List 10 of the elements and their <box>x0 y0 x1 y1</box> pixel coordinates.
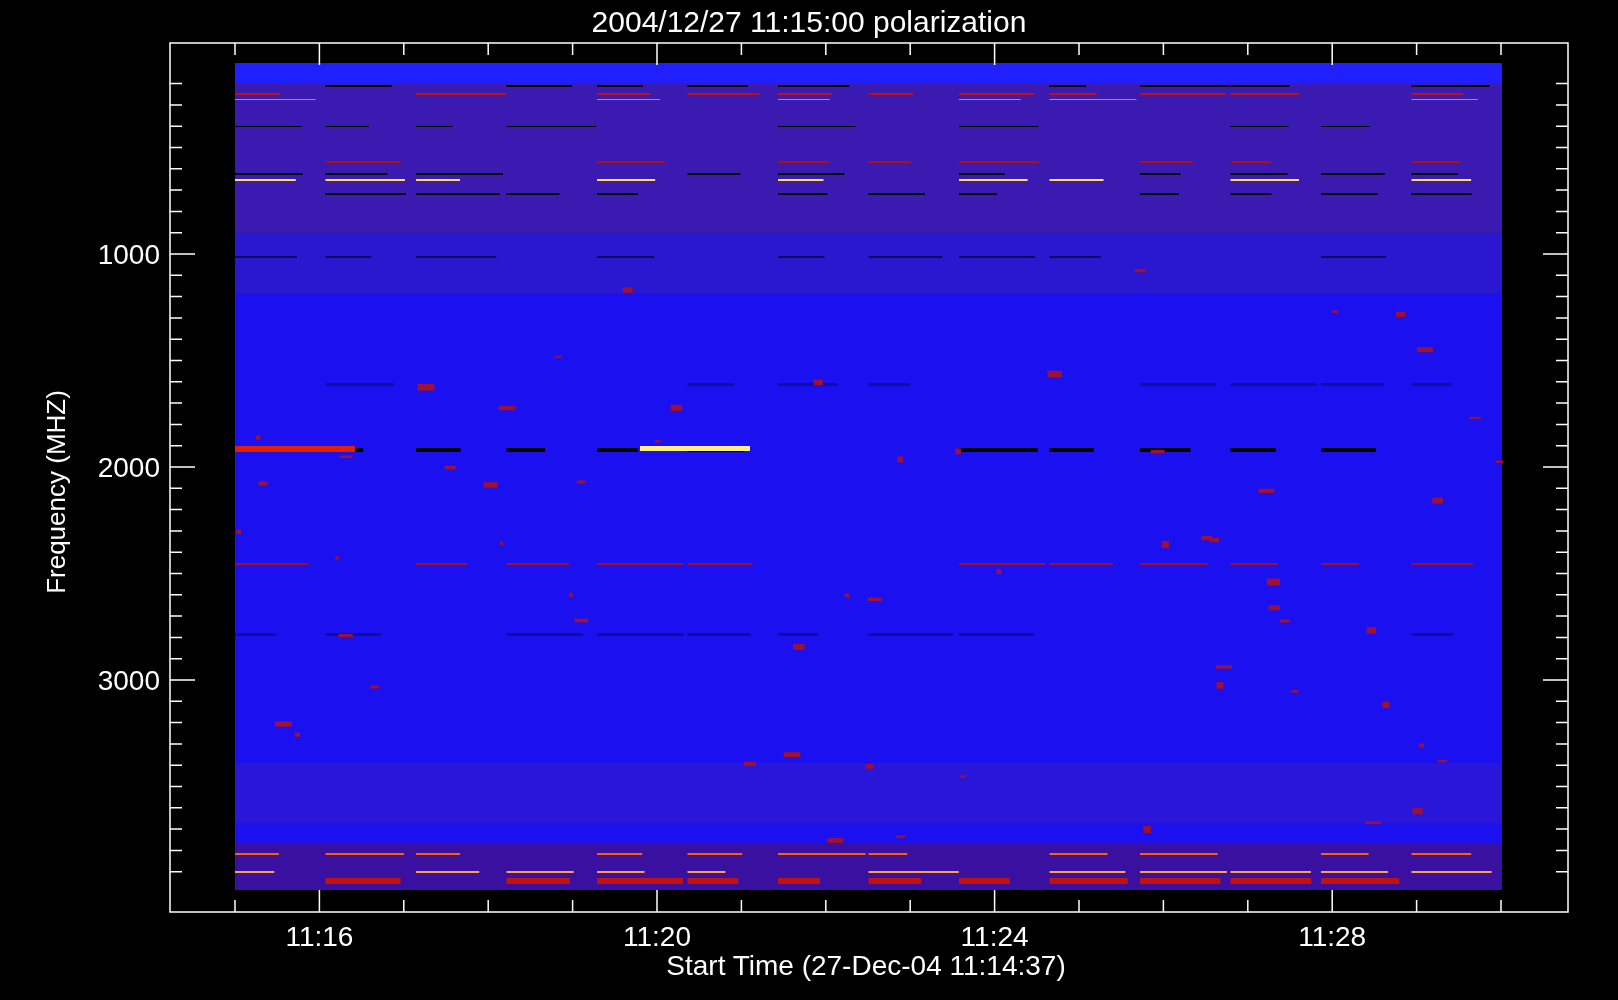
y-tick-label: 2000 <box>97 452 160 483</box>
x-tick-label: 11:16 <box>285 921 354 952</box>
x-tick-label: 11:20 <box>623 921 691 952</box>
y-tick-label: 3000 <box>97 665 160 696</box>
x-tick-label: 11:24 <box>960 921 1029 952</box>
x-tick-label: 11:28 <box>1298 921 1367 952</box>
x-axis-label: Start Time (27-Dec-04 11:14:37) <box>666 950 1066 981</box>
y-tick-label: 1000 <box>97 239 160 270</box>
y-axis-label: Frequency (MHZ) <box>41 390 71 594</box>
chart-title: 2004/12/27 11:15:00 polarization <box>591 5 1027 38</box>
